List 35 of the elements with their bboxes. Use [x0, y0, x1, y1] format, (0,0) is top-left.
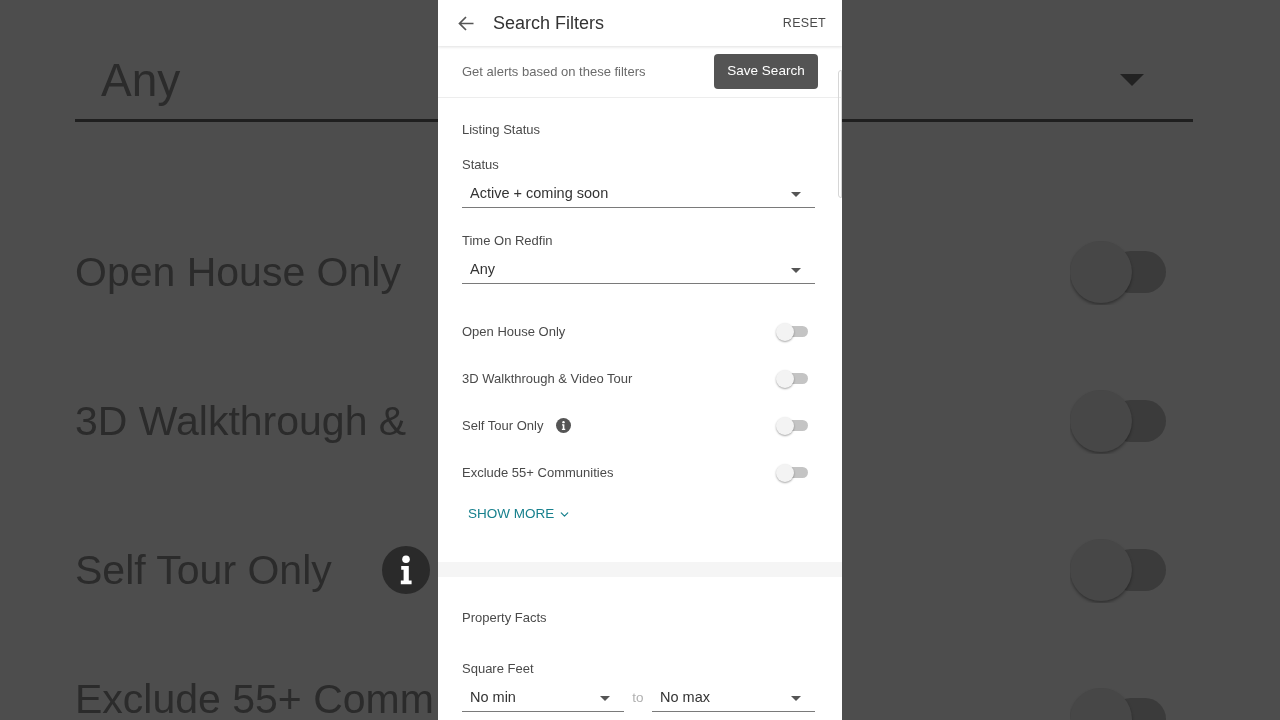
toggle-switch[interactable]	[1070, 539, 1166, 603]
section-heading: Property Facts	[462, 609, 547, 627]
caret-icon	[600, 695, 610, 701]
dropdown[interactable]: Active + coming soon	[462, 181, 815, 208]
dropdown[interactable]: No min	[462, 685, 624, 712]
field-label: Square Feet	[462, 660, 534, 678]
toggle-label: Exclude 55+ Communities	[462, 463, 614, 482]
toggle-label: Self Tour Only	[462, 416, 544, 435]
toggle-label: 3D Walkthrough & Video Tour	[462, 369, 633, 388]
toggle-switch[interactable]	[776, 463, 808, 482]
caret-icon	[791, 267, 801, 273]
toggle-switch[interactable]	[1070, 390, 1166, 454]
toggle-switch[interactable]	[1070, 241, 1166, 305]
caret-icon	[791, 191, 801, 197]
range-separator: to	[631, 689, 645, 708]
toggle-switch[interactable]	[1070, 688, 1166, 720]
caret-icon	[1120, 74, 1144, 86]
info-icon[interactable]	[381, 546, 430, 594]
toggle-switch[interactable]	[776, 369, 808, 388]
info-icon[interactable]	[556, 418, 572, 433]
toggle-label: Open House Only	[462, 322, 566, 341]
dropdown[interactable]: Any	[462, 257, 815, 284]
dropdown[interactable]: No max	[652, 685, 815, 712]
back-arrow-icon[interactable]	[458, 15, 474, 31]
alerts-hint: Get alerts based on these filters	[462, 62, 646, 81]
save-search-button[interactable]: Save Search	[714, 54, 818, 89]
toggle-switch[interactable]	[776, 416, 808, 435]
field-label: Status	[462, 156, 499, 174]
reset-button[interactable]: RESET	[782, 13, 826, 33]
show-more-link[interactable]: SHOW MORE	[468, 496, 572, 532]
screen-title: Search Filters	[493, 11, 605, 35]
toggle-switch[interactable]	[776, 322, 808, 341]
field-label: Time On Redfin	[462, 232, 553, 250]
caret-icon	[791, 695, 801, 701]
section-heading: Listing Status	[462, 121, 541, 139]
